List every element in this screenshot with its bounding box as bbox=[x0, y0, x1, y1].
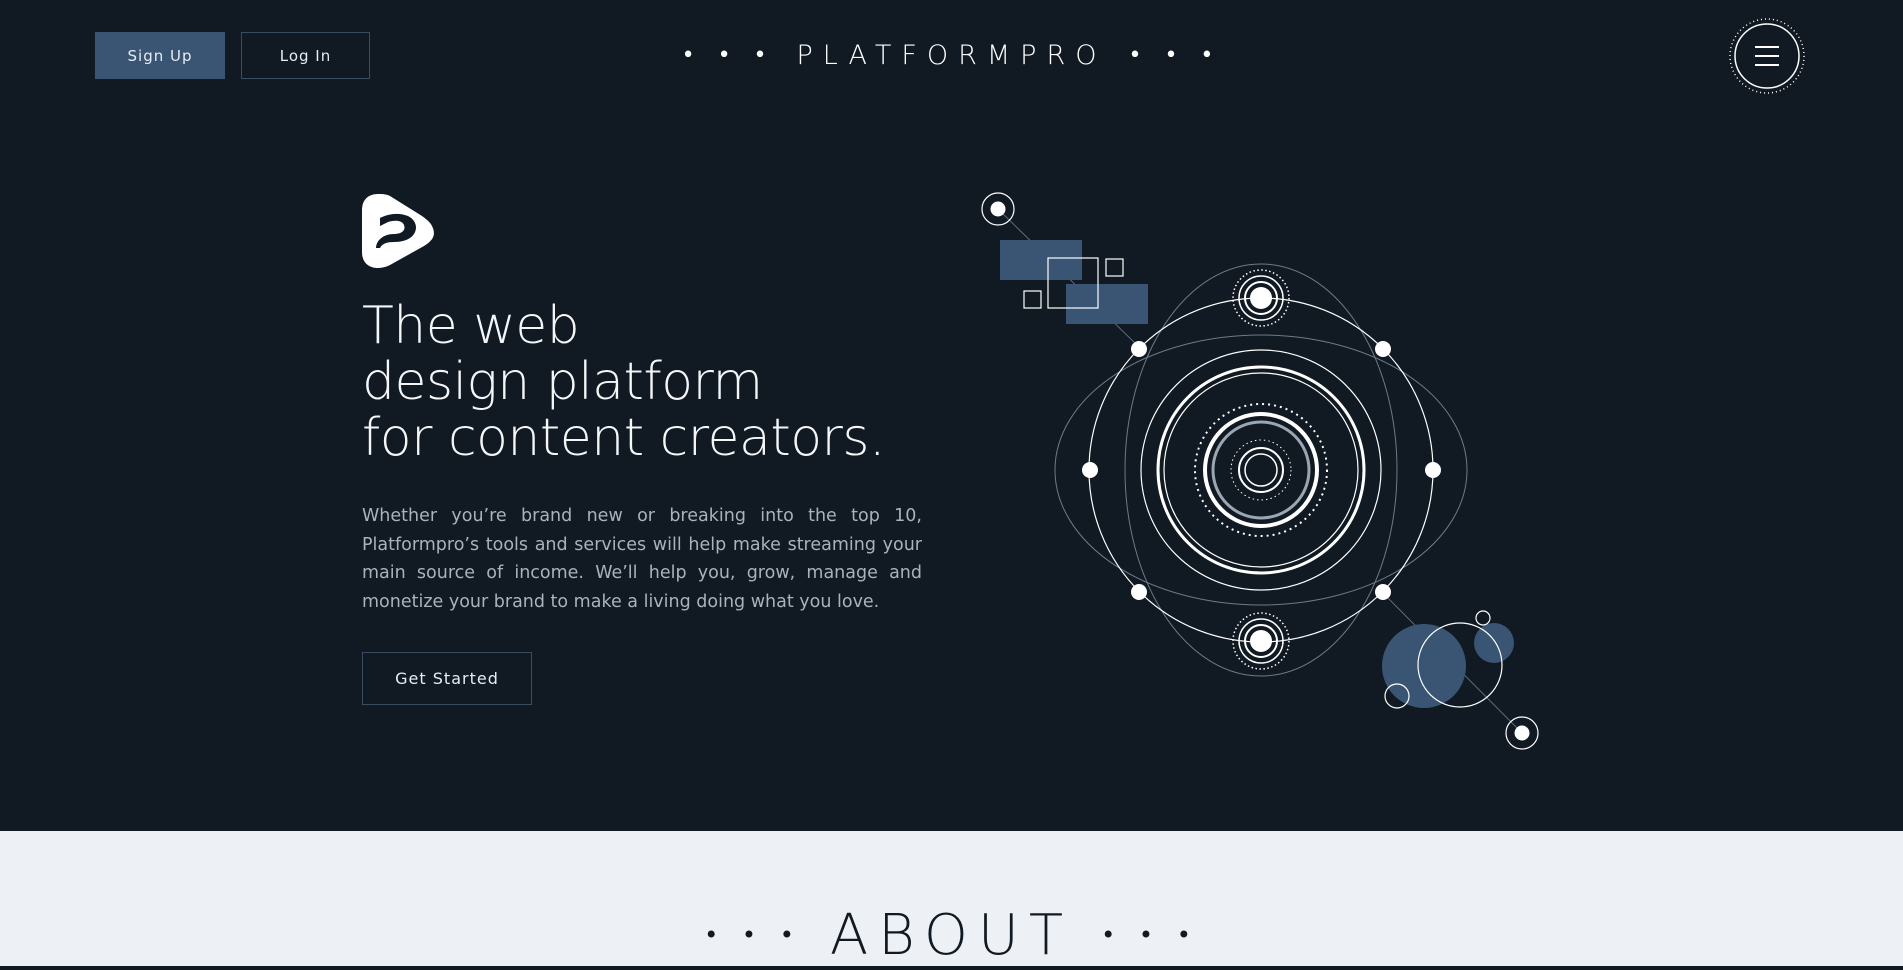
hamburger-menu-icon bbox=[1729, 18, 1805, 94]
accent-rect bbox=[1066, 284, 1148, 324]
about-title: ABOUT bbox=[829, 902, 1074, 968]
menu-button[interactable] bbox=[1728, 17, 1806, 95]
site-header: Sign Up Log In • • • PLATFORMPRO • • • bbox=[0, 0, 1903, 110]
orbit-ellipse bbox=[1124, 263, 1398, 677]
orbit-illustration bbox=[981, 192, 1539, 750]
glow-node bbox=[1232, 269, 1290, 327]
accent-rect bbox=[1000, 240, 1082, 280]
brand-name[interactable]: PLATFORMPRO bbox=[797, 40, 1107, 71]
outline-square bbox=[1105, 258, 1124, 277]
about-heading: • • • ABOUT • • • bbox=[0, 900, 1903, 970]
brand: • • • PLATFORMPRO • • • bbox=[0, 30, 1903, 80]
hero-title-line: for content creators. bbox=[362, 408, 886, 468]
about-dots-left: • • • bbox=[704, 921, 802, 949]
orbit-node bbox=[1375, 584, 1391, 600]
orbit-node bbox=[1375, 341, 1391, 357]
hero-title-line: design platform bbox=[362, 352, 763, 412]
outline-circle bbox=[1475, 610, 1491, 626]
hero-title-line: The web bbox=[362, 296, 580, 356]
orbit-node bbox=[1082, 462, 1098, 478]
orbit-node bbox=[1131, 341, 1147, 357]
accent-circle bbox=[1474, 623, 1514, 663]
orbit-node bbox=[1425, 462, 1441, 478]
get-started-button[interactable]: Get Started bbox=[362, 652, 532, 705]
outline-square bbox=[1023, 290, 1042, 309]
end-node bbox=[990, 201, 1006, 217]
end-node bbox=[1514, 725, 1530, 741]
about-dots-right: • • • bbox=[1101, 921, 1199, 949]
orbit-node bbox=[1131, 584, 1147, 600]
brand-dots-right: • • • bbox=[1128, 42, 1222, 68]
hero-description: Whether you’re brand new or breaking int… bbox=[362, 506, 922, 613]
hero-title: The web design platform for content crea… bbox=[362, 296, 886, 468]
platformpro-logo-icon bbox=[362, 194, 434, 268]
accent-circle bbox=[1382, 624, 1466, 708]
brand-dots-left: • • • bbox=[681, 42, 775, 68]
